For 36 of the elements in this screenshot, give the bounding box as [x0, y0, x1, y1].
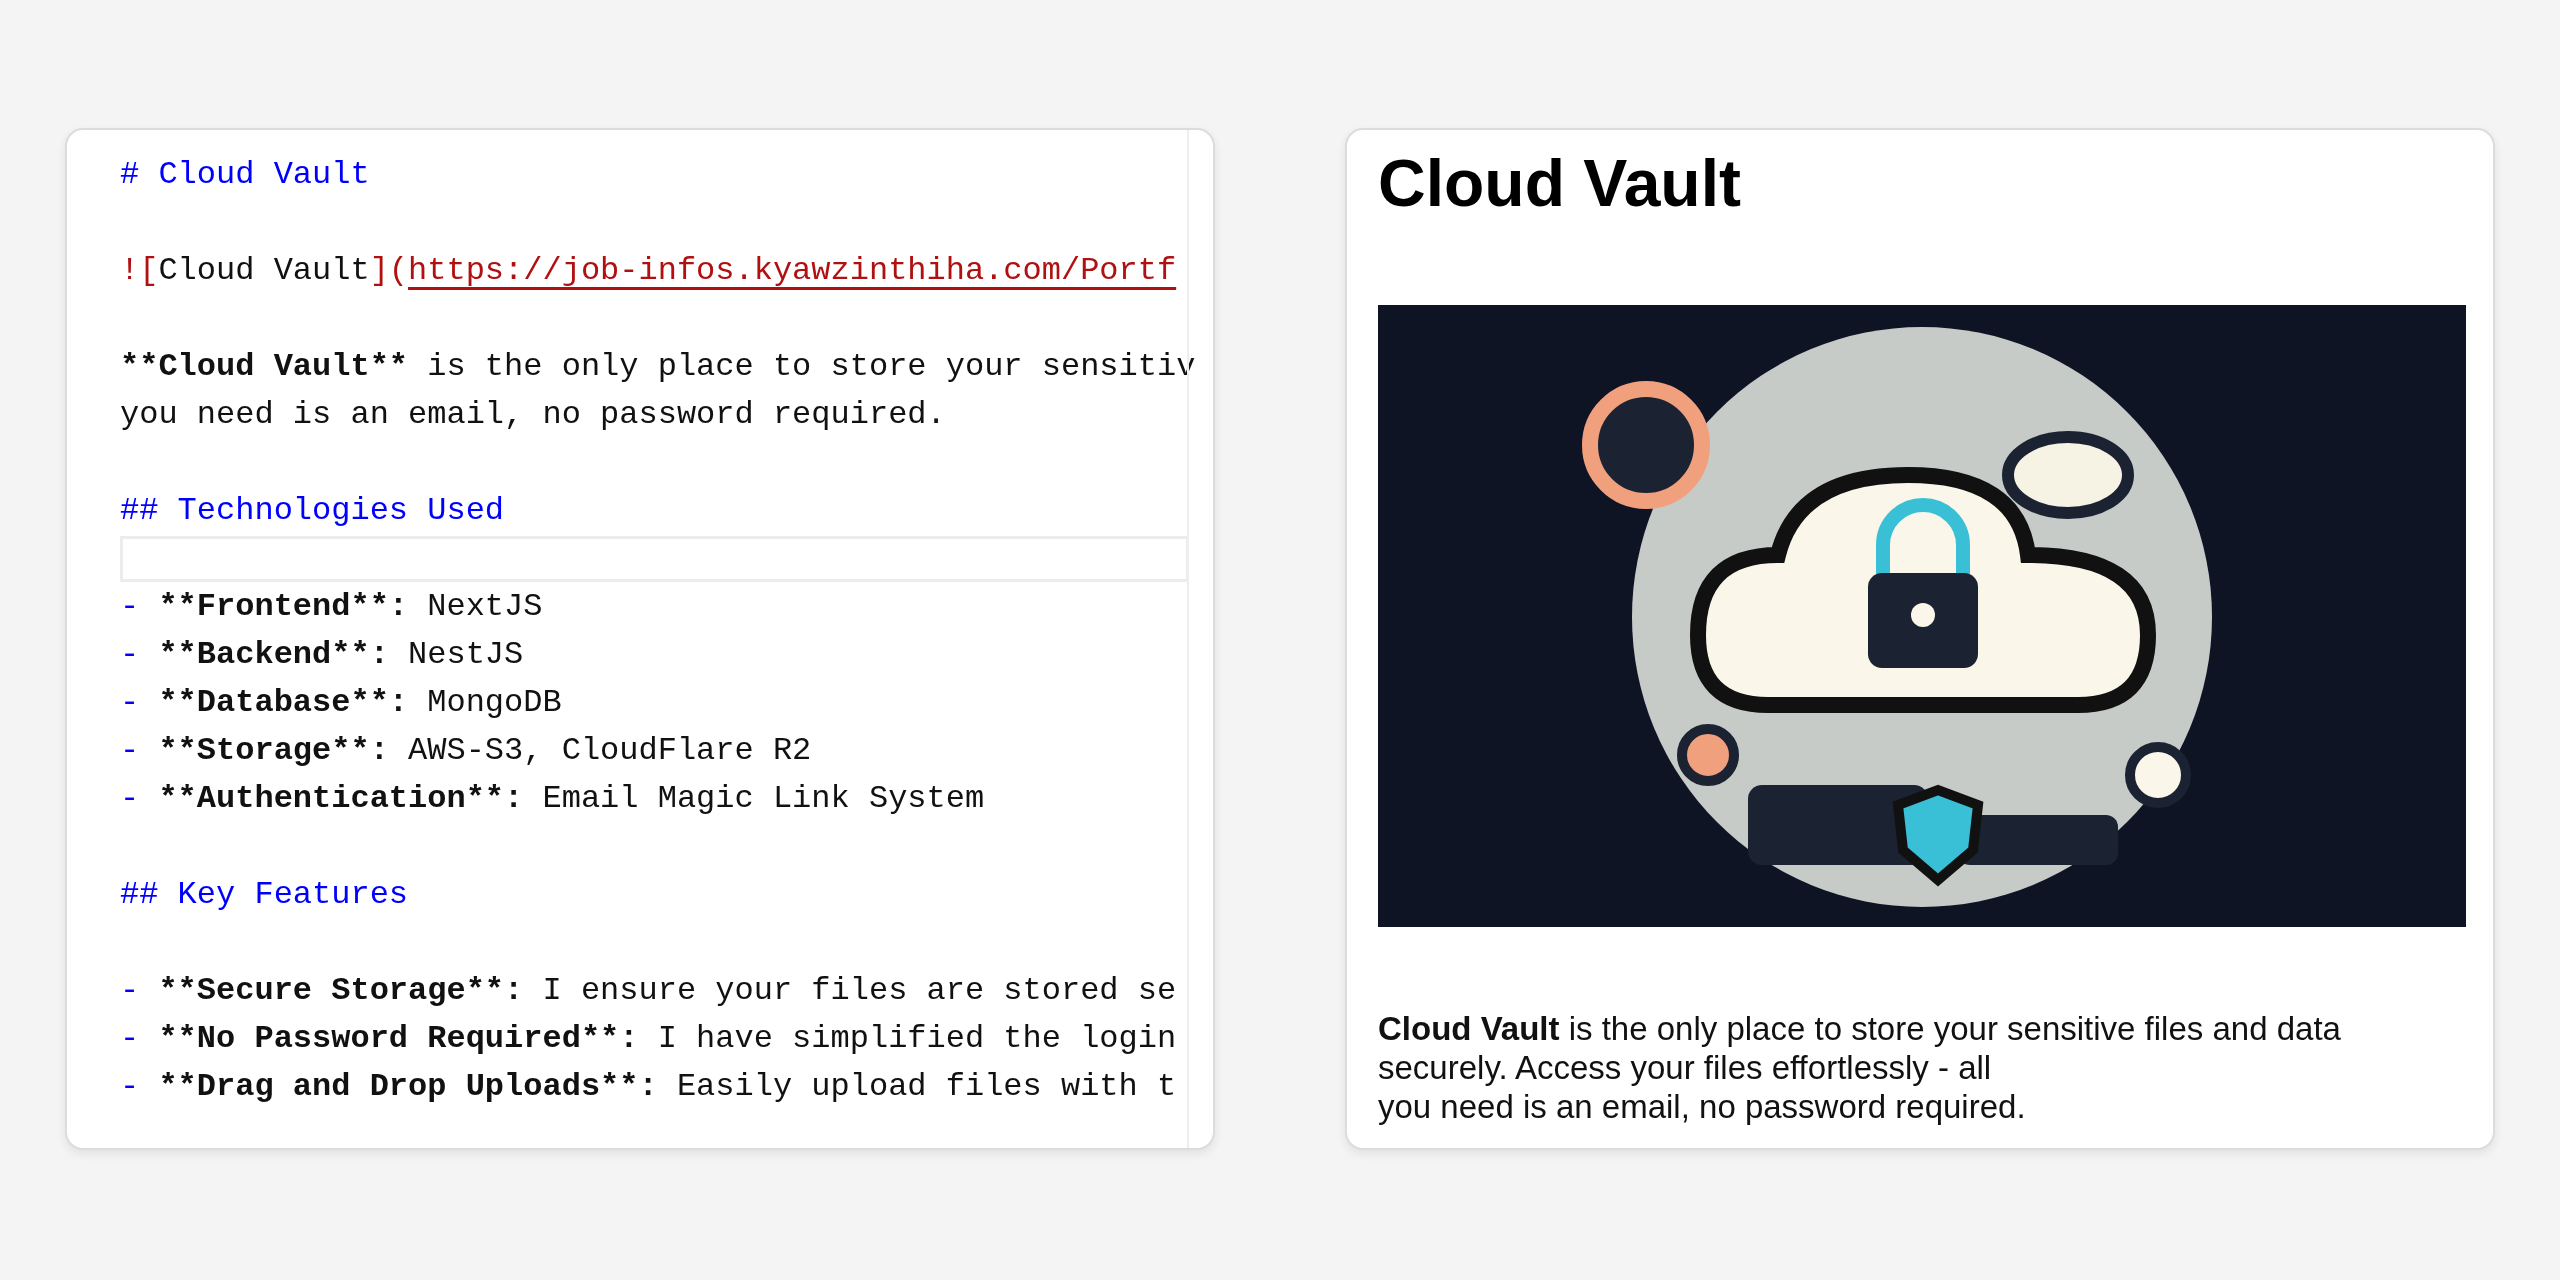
list-bullet: - [120, 732, 140, 769]
editor-text: Easily upload files with t [675, 1068, 1177, 1105]
bold-markup: **Cloud Vault** [120, 348, 409, 385]
bold-markup: **Secure Storage**: [157, 972, 524, 1009]
preview-paragraph: Cloud Vault is the only place to store your sensitive files and data securely. Access your files effortlessly - all you need is an email, no password required. [1378, 1009, 2342, 1127]
link-url: https://job-infos.kyawzinthiha.com/Portf [408, 252, 1177, 289]
preview-title: Cloud Vault [1378, 145, 1742, 222]
bold-markup: **Drag and Drop Uploads**: [157, 1068, 658, 1105]
heading-markup: # Cloud Vault [120, 156, 370, 193]
editor-text: you need is an email, no password required. [120, 396, 946, 433]
list-bullet: - [120, 972, 140, 1009]
bold-markup: **No Password Required**: [157, 1020, 639, 1057]
list-bullet: - [120, 780, 140, 817]
bold-markup: **Frontend**: [157, 588, 409, 625]
editor-text: AWS-S3, CloudFlare R2 [407, 732, 812, 769]
editor-text: NextJS [426, 588, 543, 625]
list-bullet: - [120, 636, 140, 673]
bold-markup: **Authentication**: [157, 780, 524, 817]
editor-text: I have simplified the login [656, 1020, 1177, 1057]
editor-text: is the only place to store your sensitiv [426, 348, 1196, 385]
bold-markup: **Storage**: [157, 732, 389, 769]
editor-text: Email Magic Link System [541, 780, 985, 817]
editor-text: NestJS [407, 636, 524, 673]
editor-text: I ensure your files are stored se [541, 972, 1177, 1009]
bold-markup: **Backend**: [157, 636, 389, 673]
editor-text: Cloud Vault [158, 252, 370, 289]
list-bullet: - [120, 1068, 140, 1105]
list-bullet: - [120, 684, 140, 721]
editor-text: MongoDB [426, 684, 562, 721]
bold-markup: **Database**: [157, 684, 409, 721]
list-bullet: - [120, 588, 140, 625]
markup-punctuation: ![ [120, 252, 159, 289]
list-bullet: - [120, 1020, 140, 1057]
markup-punctuation: ]( [369, 252, 409, 289]
heading-markup: ## Key Features [120, 876, 409, 913]
heading-markup: ## Technologies Used [120, 492, 505, 529]
